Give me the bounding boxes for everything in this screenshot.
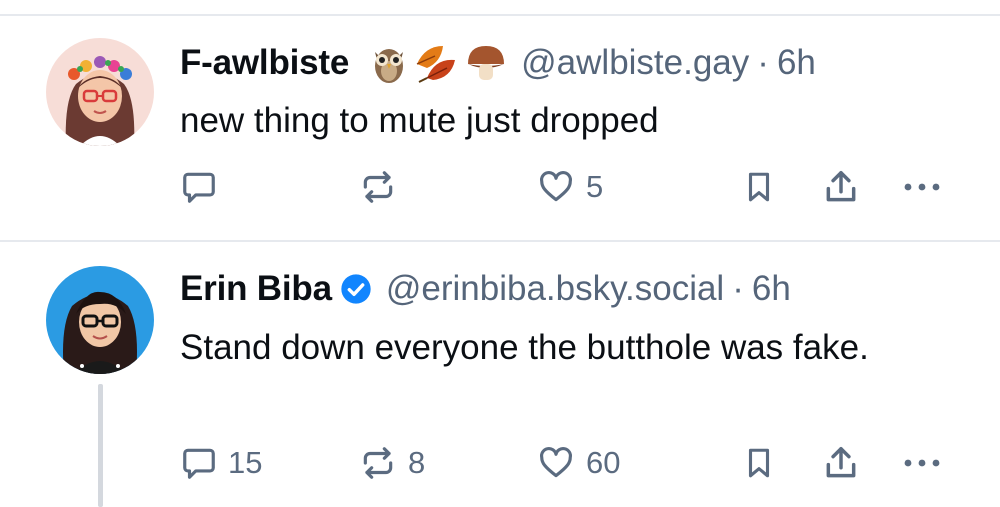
avatar-image (46, 266, 154, 374)
separator-dot: · (757, 43, 769, 82)
repost-button[interactable]: 8 (358, 444, 425, 482)
more-button[interactable] (902, 168, 942, 206)
avatar-image (46, 38, 154, 146)
mushroom-icon (468, 46, 505, 80)
display-name[interactable]: Erin Biba (180, 269, 332, 309)
handle[interactable]: @awlbiste.gay (521, 43, 749, 83)
like-icon (540, 171, 572, 202)
verified-badge-icon (341, 274, 371, 304)
bookmark-icon (748, 448, 770, 478)
more-icon (904, 183, 940, 191)
like-count: 60 (586, 445, 621, 480)
like-button[interactable]: 60 (536, 444, 620, 482)
post-text: Stand down everyone the butthole was fak… (180, 328, 869, 367)
thread-line (98, 384, 103, 507)
timestamp[interactable]: 6h (752, 269, 791, 309)
more-button[interactable] (902, 444, 942, 482)
name-emojis (371, 42, 507, 84)
post-header: Erin Biba @erinbiba.bsky.social · 6h (180, 266, 791, 312)
repost-icon (363, 447, 393, 479)
autumn-leaves-icon (416, 46, 456, 83)
share-icon (826, 171, 856, 202)
like-icon (540, 447, 572, 478)
repost-count: 8 (408, 445, 426, 480)
top-divider (0, 14, 1000, 16)
bookmark-button[interactable] (742, 168, 776, 206)
reply-button[interactable] (180, 168, 228, 206)
post-actions: 15 8 60 (180, 444, 960, 484)
like-count: 5 (586, 169, 604, 204)
post-divider (0, 240, 1000, 242)
bookmark-icon (748, 172, 770, 202)
post-actions: 5 (180, 168, 960, 208)
owl-icon (375, 49, 404, 83)
share-icon (826, 447, 856, 478)
reply-button[interactable]: 15 (180, 444, 262, 482)
post-text: new thing to mute just dropped (180, 101, 659, 140)
more-icon (904, 459, 940, 467)
repost-icon (363, 171, 393, 203)
like-button[interactable]: 5 (536, 168, 603, 206)
reply-icon (183, 172, 215, 203)
bookmark-button[interactable] (742, 444, 776, 482)
share-button[interactable] (822, 168, 860, 206)
avatar[interactable] (46, 38, 154, 146)
share-button[interactable] (822, 444, 860, 482)
separator-dot: · (732, 269, 744, 308)
avatar[interactable] (46, 266, 154, 374)
reply-icon (183, 448, 215, 479)
handle[interactable]: @erinbiba.bsky.social (386, 269, 724, 309)
timestamp[interactable]: 6h (777, 43, 816, 83)
post-header: F-awlbiste @awlbiste.gay · 6h (180, 40, 816, 86)
display-name[interactable]: F-awlbiste (180, 43, 349, 83)
reply-count: 15 (228, 445, 263, 480)
repost-button[interactable] (358, 168, 408, 206)
